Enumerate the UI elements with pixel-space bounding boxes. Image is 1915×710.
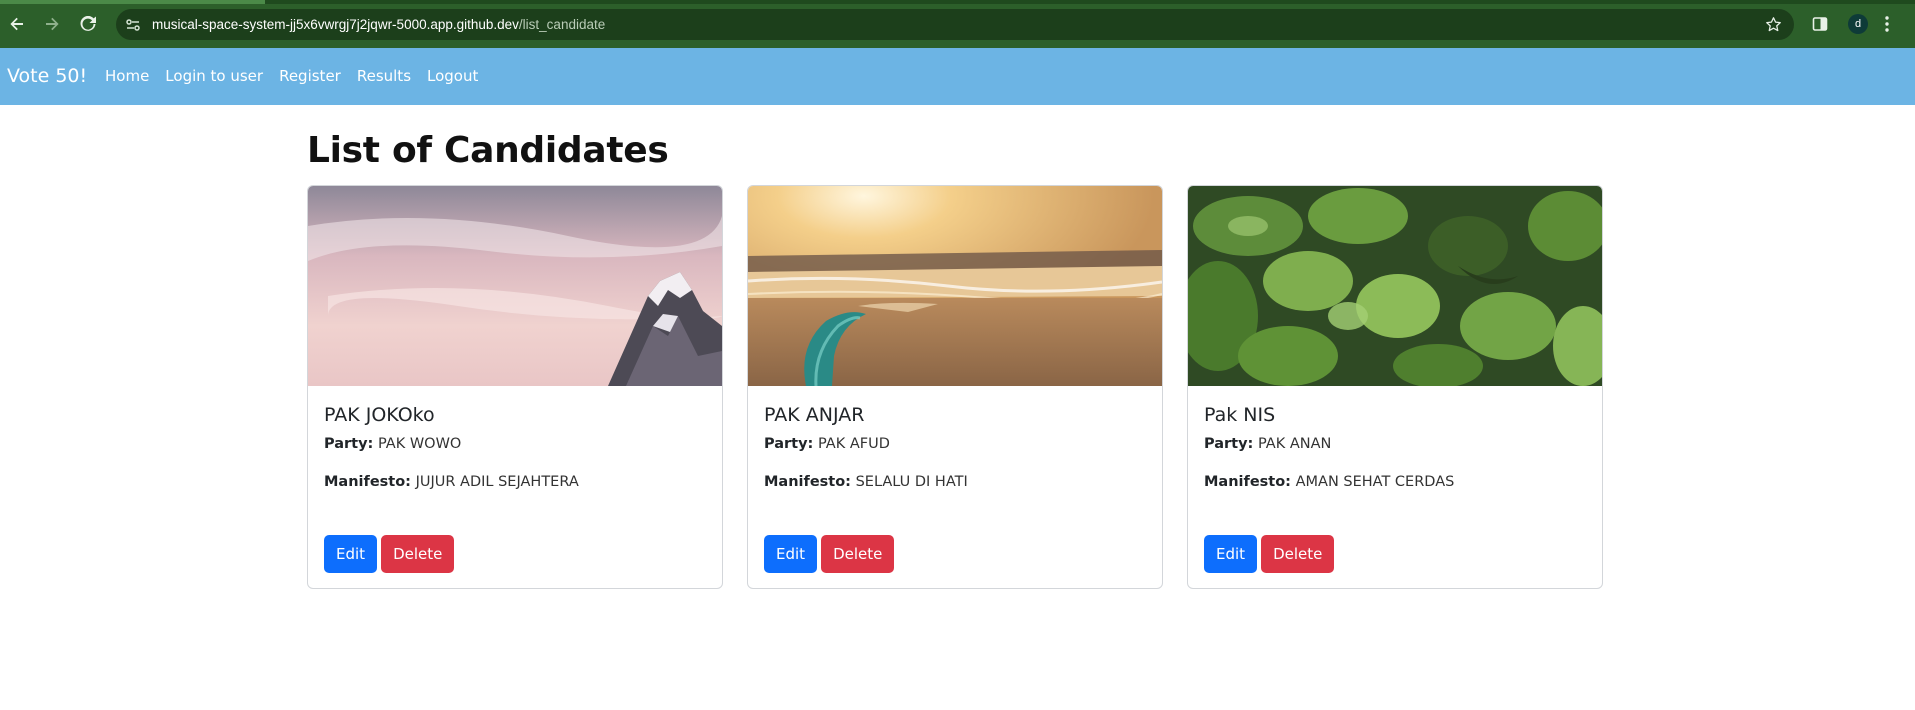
back-arrow-icon[interactable]: [6, 13, 28, 35]
card-body: PAK ANJAR Party: PAK AFUD Manifesto: SEL…: [764, 404, 1146, 490]
kebab-menu-icon[interactable]: [1884, 15, 1890, 33]
nav-links: Home Login to user Register Results Logo…: [105, 67, 494, 85]
nav-link-results[interactable]: Results: [357, 67, 411, 85]
candidate-party: Party: PAK WOWO: [324, 436, 706, 452]
candidate-card: Pak NIS Party: PAK ANAN Manifesto: AMAN …: [1187, 185, 1603, 589]
edit-button[interactable]: Edit: [324, 535, 378, 573]
page-title: List of Candidates: [307, 130, 669, 171]
edit-button[interactable]: Edit: [1204, 535, 1258, 573]
delete-button[interactable]: Delete: [1261, 535, 1335, 573]
candidate-manifesto: Manifesto: SELALU DI HATI: [764, 474, 1146, 490]
nav-link-login[interactable]: Login to user: [165, 67, 263, 85]
candidate-list: PAK JOKOko Party: PAK WOWO Manifesto: JU…: [307, 185, 1603, 589]
app-navbar: Vote 50! Home Login to user Register Res…: [0, 48, 1915, 105]
card-actions: Edit Delete: [1204, 535, 1338, 573]
brand-logo[interactable]: Vote 50!: [7, 65, 87, 87]
manifesto-value: AMAN SEHAT CERDAS: [1295, 474, 1455, 490]
card-actions: Edit Delete: [764, 535, 898, 573]
reload-icon[interactable]: [77, 13, 99, 35]
forward-arrow-icon[interactable]: [41, 13, 63, 35]
browser-toolbar: musical-space-system-jj5x6vwrgj7j2jqwr-5…: [0, 0, 1915, 48]
party-label: Party:: [1204, 436, 1254, 452]
candidate-name: PAK ANJAR: [764, 404, 865, 426]
manifesto-value: JUJUR ADIL SEJAHTERA: [415, 474, 579, 490]
party-value: PAK ANAN: [1257, 436, 1332, 452]
nav-link-home[interactable]: Home: [105, 67, 149, 85]
edit-button[interactable]: Edit: [764, 535, 818, 573]
candidate-image-beach: [748, 186, 1162, 386]
card-body: PAK JOKOko Party: PAK WOWO Manifesto: JU…: [324, 404, 706, 490]
card-actions: Edit Delete: [324, 535, 458, 573]
profile-avatar[interactable]: d: [1848, 14, 1868, 34]
candidate-name: PAK JOKOko: [324, 404, 435, 426]
nav-link-register[interactable]: Register: [279, 67, 341, 85]
address-bar[interactable]: musical-space-system-jj5x6vwrgj7j2jqwr-5…: [116, 9, 1794, 40]
site-settings-icon[interactable]: [125, 17, 141, 33]
card-body: Pak NIS Party: PAK ANAN Manifesto: AMAN …: [1204, 404, 1586, 490]
candidate-card: PAK JOKOko Party: PAK WOWO Manifesto: JU…: [307, 185, 723, 589]
url-path: /list_candidate: [518, 17, 606, 32]
party-value: PAK WOWO: [377, 436, 462, 452]
candidate-name: Pak NIS: [1204, 404, 1276, 426]
delete-button[interactable]: Delete: [381, 535, 455, 573]
candidate-image-mountain: [308, 186, 722, 386]
delete-button[interactable]: Delete: [821, 535, 895, 573]
party-value: PAK AFUD: [817, 436, 890, 452]
candidate-manifesto: Manifesto: JUJUR ADIL SEJAHTERA: [324, 474, 706, 490]
candidate-card: PAK ANJAR Party: PAK AFUD Manifesto: SEL…: [747, 185, 1163, 589]
tab-strip: [0, 0, 1915, 4]
url-text[interactable]: musical-space-system-jj5x6vwrgj7j2jqwr-5…: [152, 17, 605, 32]
side-panel-icon[interactable]: [1812, 16, 1828, 32]
candidate-manifesto: Manifesto: AMAN SEHAT CERDAS: [1204, 474, 1586, 490]
party-label: Party:: [764, 436, 814, 452]
nav-link-logout[interactable]: Logout: [427, 67, 478, 85]
bookmark-star-icon[interactable]: [1765, 16, 1782, 33]
candidate-party: Party: PAK ANAN: [1204, 436, 1586, 452]
manifesto-label: Manifesto:: [324, 474, 411, 490]
url-host: musical-space-system-jj5x6vwrgj7j2jqwr-5…: [152, 17, 519, 32]
manifesto-label: Manifesto:: [764, 474, 851, 490]
party-label: Party:: [324, 436, 374, 452]
candidate-image-leaves: [1188, 186, 1602, 386]
candidate-party: Party: PAK AFUD: [764, 436, 1146, 452]
manifesto-value: SELALU DI HATI: [855, 474, 968, 490]
manifesto-label: Manifesto:: [1204, 474, 1291, 490]
